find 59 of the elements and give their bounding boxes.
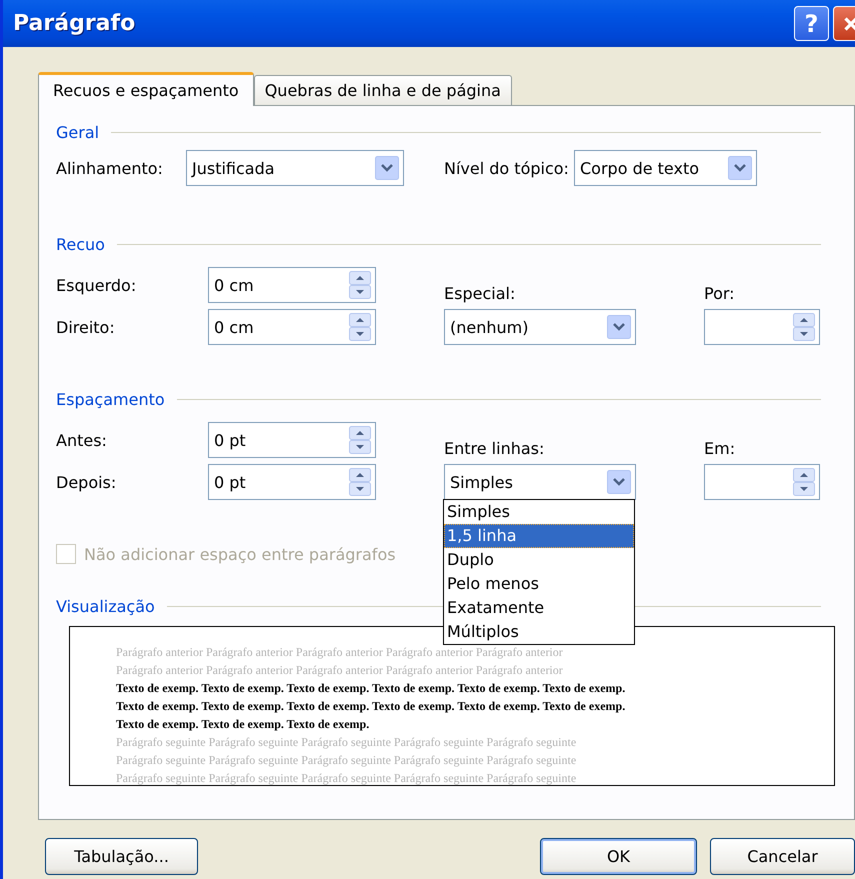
spinner-arrows-icon[interactable]: [793, 313, 815, 341]
spinner-arrows-icon[interactable]: [793, 468, 815, 496]
field-label: Por:: [704, 284, 736, 303]
window-title: Parágrafo: [13, 11, 136, 36]
spinner-field[interactable]: [704, 464, 820, 500]
help-button[interactable]: ?: [794, 6, 829, 41]
spinner-arrows-icon[interactable]: [349, 313, 371, 341]
dropdown-option[interactable]: Múltiplos: [444, 620, 634, 644]
section-heading: Espaçamento: [56, 390, 165, 408]
field-label: Especial:: [444, 284, 516, 303]
spinner-value: 0 pt: [214, 430, 247, 450]
preview-text: Parágrafo anterior Parágrafo anterior Parágrafo anterior Parágrafo anterior Parágrafo anterior: [116, 644, 564, 661]
field-label: Em:: [704, 439, 736, 458]
section-heading: Geral: [56, 122, 100, 142]
dropdown[interactable]: Corpo de texto: [574, 150, 757, 186]
dialog-button[interactable]: Tabulação...: [45, 838, 198, 875]
dropdown-option[interactable]: 1,5 linha: [444, 524, 634, 548]
spinner-arrows-icon[interactable]: [349, 426, 371, 454]
field-label: Depois:: [56, 472, 118, 492]
dropdown-option[interactable]: Simples: [444, 500, 634, 524]
spinner-field[interactable]: [704, 309, 820, 345]
sample-text: Texto de exemp. Texto de exemp. Texto de exemp. Texto de exemp. Texto de exemp. Texto de exemp.: [116, 680, 626, 697]
preview-text: Parágrafo seguinte Parágrafo seguinte Parágrafo seguinte Parágrafo seguinte Parágrafo seguinte: [116, 770, 578, 787]
dropdown-option[interactable]: Duplo: [444, 548, 634, 572]
sample-text: Texto de exemp. Texto de exemp. Texto de exemp.: [116, 716, 370, 733]
spinner-arrows-icon[interactable]: [349, 271, 371, 299]
dialog-button[interactable]: Cancelar: [710, 838, 855, 875]
dropdown-option[interactable]: Pelo menos: [444, 572, 634, 596]
spinner-field[interactable]: 0 pt: [208, 464, 376, 500]
tab[interactable]: Recuos e espaçamento: [38, 72, 254, 106]
field-label: Antes:: [56, 430, 108, 450]
spinner-field[interactable]: 0 cm: [208, 309, 376, 345]
spinner-field[interactable]: 0 pt: [208, 422, 376, 458]
checkbox-label: Não adicionar espaço entre parágrafos: [84, 544, 396, 564]
spinner-value: 0 cm: [214, 276, 255, 294]
section-heading: Visualização: [56, 596, 155, 616]
field-label: Esquerdo:: [56, 276, 138, 294]
preview-text: Parágrafo anterior Parágrafo anterior Parágrafo anterior Parágrafo anterior Parágrafo anterior: [116, 662, 564, 679]
dropdown-value: Corpo de texto: [580, 158, 700, 178]
dropdown-option[interactable]: Exatamente: [444, 596, 634, 620]
tab[interactable]: Quebras de linha e de página: [254, 75, 512, 105]
dropdown-value: (nenhum): [450, 318, 530, 336]
preview-text: Parágrafo seguinte Parágrafo seguinte Parágrafo seguinte Parágrafo seguinte Parágrafo seguinte: [116, 734, 578, 751]
dropdown-value: Justificada: [192, 158, 276, 178]
preview-text: Parágrafo seguinte Parágrafo seguinte Parágrafo seguinte Parágrafo seguinte Parágrafo seguinte: [116, 752, 578, 769]
sample-text: Texto de exemp. Texto de exemp. Texto de exemp. Texto de exemp. Texto de exemp. Texto de exemp.: [116, 698, 626, 715]
field-label: Nível do tópico:: [444, 158, 570, 178]
spinner-value: 0 cm: [214, 318, 255, 336]
field-label: Direito:: [56, 318, 116, 336]
spinner-value: 0 pt: [214, 472, 247, 492]
spinner-arrows-icon[interactable]: [349, 468, 371, 496]
spinner-field[interactable]: 0 cm: [208, 267, 376, 303]
dropdown-value: Simples: [450, 472, 514, 492]
section-heading: Recuo: [56, 234, 105, 254]
dialog-button[interactable]: OK: [540, 838, 697, 875]
dropdown[interactable]: Justificada: [186, 150, 404, 186]
dropdown[interactable]: (nenhum): [444, 309, 636, 345]
field-label: Alinhamento:: [56, 158, 164, 178]
field-label: Entre linhas:: [444, 439, 546, 458]
